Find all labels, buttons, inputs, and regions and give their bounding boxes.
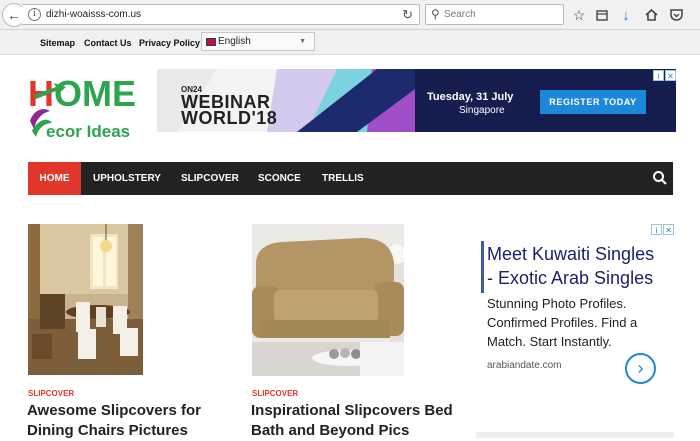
ad-close-icon[interactable]: ✕ [665, 70, 676, 81]
address-bar[interactable]: i dizhi-woaisss-com.us ↻ [22, 4, 420, 25]
post-category[interactable]: SLIPCOVER [252, 389, 298, 398]
chevron-right-icon[interactable]: › [625, 353, 656, 384]
uk-flag-icon [206, 38, 216, 46]
nav-slipcover[interactable]: SLIPCOVER [181, 162, 239, 195]
ad-close-icon[interactable]: ✕ [663, 224, 674, 235]
nav-upholstery[interactable]: UPHOLSTERY [93, 162, 161, 195]
reading-list-icon[interactable] [592, 5, 612, 25]
post-category[interactable]: SLIPCOVER [28, 389, 74, 398]
ad-headline[interactable]: Meet Kuwaiti Singles - Exotic Arab Singl… [487, 242, 654, 290]
contact-us-link[interactable]: Contact Us [84, 38, 132, 48]
ad-body-line3: Match. Start Instantly. [487, 334, 612, 349]
sidebar-ad[interactable]: Meet Kuwaiti Singles - Exotic Arab Singl… [476, 236, 674, 396]
nav-sconce[interactable]: SCONCE [258, 162, 301, 195]
sitemap-link[interactable]: Sitemap [40, 38, 75, 48]
post-title[interactable]: Inspirational Slipcovers Bed Bath and Be… [251, 401, 461, 441]
search-icon[interactable] [652, 170, 668, 186]
svg-text:ecor Ideas: ecor Ideas [46, 122, 130, 141]
post-title[interactable]: Awesome Slipcovers for Dining Chairs Pic… [27, 401, 227, 441]
ad-body: Stunning Photo Profiles. Confirmed Profi… [487, 294, 637, 351]
ad-info-icon[interactable]: i [651, 224, 662, 235]
site-logo[interactable]: H OME ecor Ideas [28, 73, 143, 145]
chevron-down-icon: ▼ [299, 38, 306, 45]
main-nav: HOME UPHOLSTERY SLIPCOVER SCONCE TRELLIS [28, 162, 673, 195]
register-today-button[interactable]: REGISTER TODAY [540, 90, 646, 114]
site-info-icon[interactable]: i [28, 8, 41, 21]
search-input[interactable]: ⚲ Search [425, 4, 564, 25]
post-title-line1[interactable]: Awesome Slipcovers for [27, 401, 227, 421]
ad-body-line2: Confirmed Profiles. Find a [487, 315, 638, 330]
privacy-policy-link[interactable]: Privacy Policy [139, 38, 200, 48]
banner-city: Singapore [459, 105, 505, 116]
post-title-line1[interactable]: Inspirational Slipcovers Bed [251, 401, 461, 421]
ad-domain[interactable]: arabiandate.com [487, 360, 562, 371]
pocket-icon[interactable] [666, 5, 686, 25]
svg-text:OME: OME [54, 73, 136, 114]
bookmark-star-icon[interactable]: ☆ [569, 5, 589, 25]
banner-date: Tuesday, 31 July [427, 91, 514, 103]
nav-trellis[interactable]: TRELLIS [322, 162, 364, 195]
post-thumbnail-sofa[interactable] [252, 224, 404, 376]
banner-ad-left: ON24 WEBINAR WORLD'18 [157, 69, 415, 132]
ad-accent-bar [481, 241, 484, 293]
banner-ad[interactable]: ON24 WEBINAR WORLD'18 Tuesday, 31 July S… [157, 69, 676, 132]
search-placeholder: Search [444, 9, 476, 20]
post-thumbnail-dining[interactable] [28, 224, 143, 375]
post-title-line2[interactable]: Dining Chairs Pictures [27, 421, 227, 441]
ad-headline-line1[interactable]: Meet Kuwaiti Singles [487, 242, 654, 266]
url-text[interactable]: dizhi-woaisss-com.us [46, 9, 141, 20]
language-select[interactable]: English ▼ [201, 32, 315, 51]
ad-info-icon[interactable]: i [653, 70, 664, 81]
post-title-line2[interactable]: Bath and Beyond Pics [251, 421, 461, 441]
download-arrow-icon[interactable]: ↓ [616, 5, 636, 25]
banner-line2: WORLD'18 [181, 108, 278, 128]
home-icon[interactable] [641, 5, 661, 25]
reload-icon[interactable]: ↻ [402, 7, 413, 23]
sidebar-divider [476, 432, 674, 438]
top-utility-nav: Sitemap Contact Us Privacy Policy Englis… [0, 30, 700, 55]
nav-home[interactable]: HOME [28, 162, 81, 195]
ad-body-line1: Stunning Photo Profiles. [487, 296, 627, 311]
ad-headline-line2[interactable]: - Exotic Arab Singles [487, 266, 654, 290]
language-label: English [218, 36, 251, 47]
search-icon: ⚲ [431, 7, 440, 21]
browser-toolbar: ← i dizhi-woaisss-com.us ↻ ⚲ Search ☆ ↓ [0, 0, 700, 30]
